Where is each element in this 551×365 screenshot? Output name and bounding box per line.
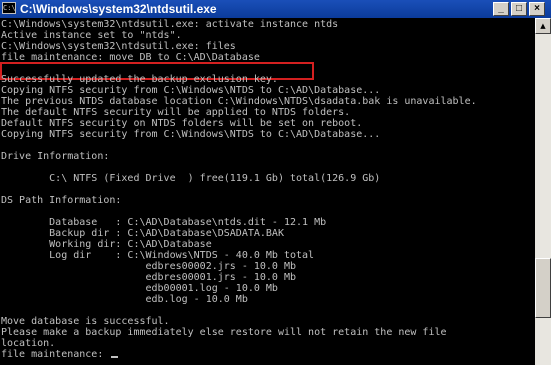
console-line: C:\Windows\system32\ntdsutil.exe: files [1,41,236,52]
console-line: edb00001.log - 10.0 Mb [1,283,278,294]
text-cursor [111,356,119,358]
console-line: edbres00001.jrs - 10.0 Mb [1,272,297,283]
window-controls: _ □ × [493,2,545,16]
console-line: Active instance set to "ntds". [1,30,182,41]
console-line: file maintenance: move DB to C:\AD\Datab… [1,52,260,63]
console-window: C:\ C:\Windows\system32\ntdsutil.exe _ □… [0,0,551,365]
console-line: Database : C:\AD\Database\ntds.dit - 12.… [1,217,327,228]
maximize-button[interactable]: □ [511,2,527,16]
console-line: Successfully updated the backup exclusio… [1,74,278,85]
vertical-scrollbar[interactable]: ▲ [535,18,551,365]
scrollbar-thumb[interactable] [535,258,551,318]
console-line: location. [1,338,56,349]
window-title: C:\Windows\system32\ntdsutil.exe [20,2,217,16]
console-line: edbres00002.jrs - 10.0 Mb [1,261,297,272]
console-line: Copying NTFS security from C:\Windows\NT… [1,85,381,96]
title-bar[interactable]: C:\ C:\Windows\system32\ntdsutil.exe _ □… [0,0,551,18]
console-line: C:\ NTFS (Fixed Drive ) free(119.1 Gb) t… [1,173,381,184]
console-line: Please make a backup immediately else re… [1,327,447,338]
console-line: Default NTFS security on NTDS folders wi… [1,118,363,129]
console-line: C:\Windows\system32\ntdsutil.exe: activa… [1,19,339,30]
close-button[interactable]: × [529,2,545,16]
console-line: Working dir: C:\AD\Database [1,239,212,250]
console-line: Move database is successful. [1,316,170,327]
console-output[interactable]: C:\Windows\system32\ntdsutil.exe: activa… [0,18,535,365]
console-line: Drive Information: [1,151,110,162]
console-line: file maintenance: [1,349,119,360]
console-line: Copying NTFS security from C:\Windows\NT… [1,129,381,140]
console-line: DS Path Information: [1,195,122,206]
console-app-icon[interactable]: C:\ [2,2,16,14]
console-line: Backup dir : C:\AD\Database\DSADATA.BAK [1,228,284,239]
console-line: The previous NTDS database location C:\W… [1,96,477,107]
console-line: The default NTFS security will be applie… [1,107,351,118]
console-line: edb.log - 10.0 Mb [1,294,248,305]
console-line: Log dir : C:\Windows\NTDS - 40.0 Mb tota… [1,250,315,261]
minimize-button[interactable]: _ [493,2,509,16]
scroll-up-arrow-icon[interactable]: ▲ [535,18,551,34]
